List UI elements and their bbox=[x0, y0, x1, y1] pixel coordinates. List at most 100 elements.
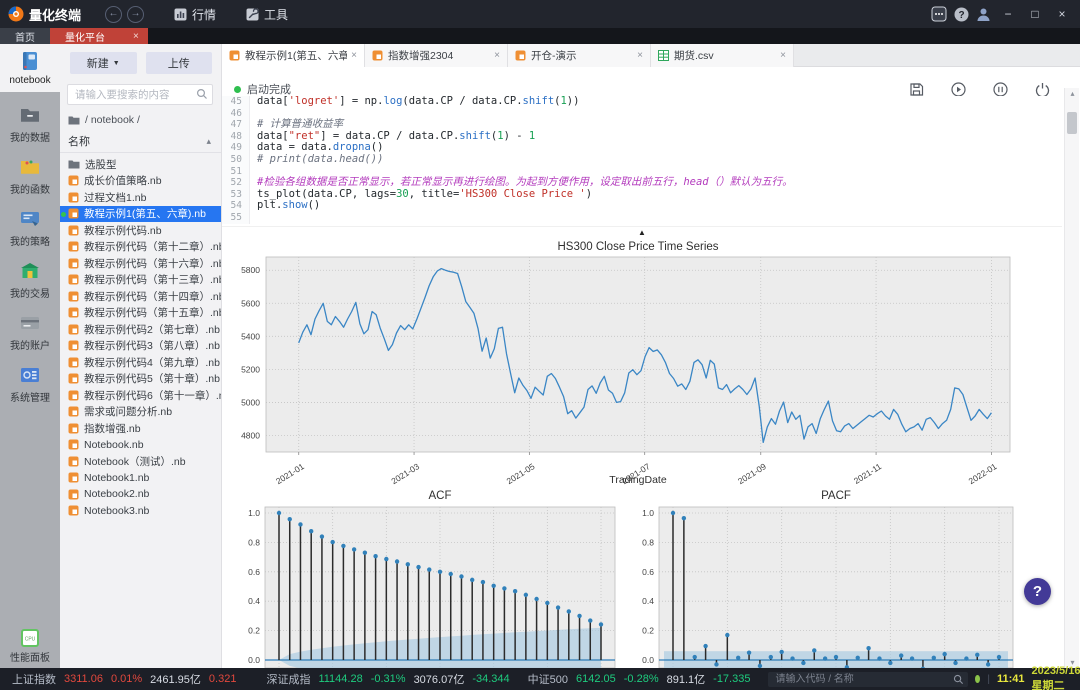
file-row[interactable]: 教程示例代码5（第十章）.nb bbox=[60, 371, 221, 388]
menu-tools-label: 工具 bbox=[264, 6, 288, 23]
collapse-output-control[interactable]: ▲ bbox=[222, 226, 1062, 238]
code-line[interactable]: 45data['logret'] = np.log(data.CP / data… bbox=[222, 96, 1062, 108]
editor-tab[interactable]: 期货.csv× bbox=[651, 44, 794, 67]
file-row[interactable]: 教程示例代码（第十二章）.nb bbox=[60, 239, 221, 256]
help-icon[interactable]: ? bbox=[954, 7, 969, 22]
my-data-icon bbox=[19, 104, 41, 126]
sidebar-item-我的策略[interactable]: 我的策略 bbox=[0, 202, 60, 254]
sidebar-item-label: notebook bbox=[9, 75, 50, 86]
power-icon[interactable] bbox=[1035, 82, 1050, 97]
tab-close-icon[interactable]: × bbox=[494, 50, 500, 61]
line-number: 51 bbox=[222, 166, 250, 178]
svg-text:2021-03: 2021-03 bbox=[389, 461, 421, 486]
svg-text:0.0: 0.0 bbox=[248, 655, 260, 665]
file-row[interactable]: 教程示例代码（第十六章）.nb bbox=[60, 255, 221, 272]
file-list-header[interactable]: 名称 ▴ bbox=[60, 133, 221, 153]
file-row[interactable]: 教程示例代码（第十四章）.nb bbox=[60, 288, 221, 305]
sidebar-item-notebook[interactable]: notebook bbox=[0, 44, 60, 92]
tab-close-icon[interactable]: × bbox=[637, 50, 643, 61]
file-row[interactable]: Notebook2.nb bbox=[60, 486, 221, 503]
sidebar-item-系统管理[interactable]: 系统管理 bbox=[0, 358, 60, 410]
forward-icon[interactable]: → bbox=[127, 6, 144, 23]
file-row[interactable]: Notebook（测试）.nb bbox=[60, 453, 221, 470]
menu-market[interactable]: 行情 bbox=[174, 6, 216, 23]
app-logo: 量化终端 bbox=[8, 5, 81, 24]
editor-scrollbar[interactable]: ▴ ▾ bbox=[1064, 88, 1079, 668]
svg-text:2022-01: 2022-01 bbox=[967, 461, 999, 486]
sidebar-item-我的交易[interactable]: 我的交易 bbox=[0, 254, 60, 306]
index-name: 深证成指 bbox=[266, 671, 310, 687]
file-row[interactable]: 教程示例代码6（第十一章）.nb bbox=[60, 387, 221, 404]
nb-file-icon bbox=[515, 50, 526, 61]
svg-text:4800: 4800 bbox=[241, 430, 260, 440]
notebook-file-icon bbox=[68, 324, 79, 335]
sidebar-item-我的数据[interactable]: 我的数据 bbox=[0, 98, 60, 150]
file-row[interactable]: 成长价值策略.nb bbox=[60, 173, 221, 190]
code-line[interactable]: 55 bbox=[222, 212, 1062, 224]
editor-tab[interactable]: 指数增强2304× bbox=[365, 44, 508, 67]
code-cell[interactable]: 45data['logret'] = np.log(data.CP / data… bbox=[222, 96, 1062, 226]
scrollbar-thumb[interactable] bbox=[1067, 112, 1077, 134]
file-row[interactable]: 教程示例代码3（第八章）.nb bbox=[60, 338, 221, 355]
pause-icon[interactable] bbox=[993, 82, 1008, 97]
tab-close-icon[interactable]: × bbox=[351, 50, 357, 61]
file-row[interactable]: 教程示例代码2（第七章）.nb bbox=[60, 321, 221, 338]
my-functions-icon bbox=[19, 156, 41, 178]
file-row[interactable]: 教程示例代码4（第九章）.nb bbox=[60, 354, 221, 371]
file-row[interactable]: 教程示例代码.nb bbox=[60, 222, 221, 239]
file-row[interactable]: 需求或问题分析.nb bbox=[60, 404, 221, 421]
save-icon[interactable] bbox=[909, 82, 924, 97]
sidebar-item-我的账户[interactable]: 我的账户 bbox=[0, 306, 60, 358]
file-row[interactable]: Notebook1.nb bbox=[60, 470, 221, 487]
minimize-button[interactable]: − bbox=[998, 7, 1018, 21]
line-number: 46 bbox=[222, 108, 250, 120]
file-search-input[interactable] bbox=[67, 84, 213, 105]
file-row[interactable]: 指数增强.nb bbox=[60, 420, 221, 437]
user-icon[interactable] bbox=[976, 7, 991, 22]
scroll-up-icon[interactable]: ▴ bbox=[1065, 89, 1080, 98]
csv-table-icon bbox=[658, 50, 669, 61]
code-line[interactable]: 50# print(data.head()) bbox=[222, 154, 1062, 166]
sidebar-item-performance[interactable]: CPU 性能面板 bbox=[0, 629, 60, 664]
file-name: 教程示例代码（第十五章）.nb bbox=[84, 305, 222, 320]
sidebar-item-我的函数[interactable]: 我的函数 bbox=[0, 150, 60, 202]
file-row[interactable]: Notebook3.nb bbox=[60, 503, 221, 520]
index-value: 6142.05 bbox=[576, 673, 616, 685]
svg-text:2021-05: 2021-05 bbox=[505, 461, 537, 486]
search-icon bbox=[196, 88, 208, 100]
file-row[interactable]: Notebook.nb bbox=[60, 437, 221, 454]
notebook-file-icon bbox=[68, 208, 79, 219]
tab-quant-platform[interactable]: 量化平台 × bbox=[50, 28, 148, 44]
close-button[interactable]: × bbox=[1052, 7, 1072, 21]
editor-tab[interactable]: 开仓-演示× bbox=[508, 44, 651, 67]
svg-text:2021-01: 2021-01 bbox=[274, 461, 306, 486]
breadcrumb[interactable]: / notebook / bbox=[68, 114, 221, 126]
code-line[interactable]: 46 bbox=[222, 108, 1062, 120]
upload-button[interactable]: 上传 bbox=[146, 52, 213, 74]
code-line[interactable]: 54plt.show() bbox=[222, 200, 1062, 212]
tab-close-icon[interactable]: × bbox=[780, 50, 786, 61]
tab-home[interactable]: 首页 bbox=[0, 28, 50, 44]
file-row[interactable]: 选股型 bbox=[60, 156, 221, 173]
file-row[interactable]: 教程示例代码（第十五章）.nb bbox=[60, 305, 221, 322]
code-line[interactable]: 53ts_plot(data.CP, lags=30, title='HS300… bbox=[222, 189, 1062, 201]
new-button[interactable]: 新建 ▼ bbox=[70, 52, 137, 74]
file-row[interactable]: 过程文档1.nb bbox=[60, 189, 221, 206]
notebook-file-icon bbox=[68, 489, 79, 500]
file-row[interactable]: 教程示例1(第五、六章).nb bbox=[60, 206, 221, 223]
symbol-search-input[interactable] bbox=[768, 672, 968, 687]
index-volume: 2461.95亿 bbox=[150, 671, 201, 687]
index-change: -34.344 bbox=[472, 673, 509, 685]
back-icon[interactable]: ← bbox=[105, 6, 122, 23]
editor-tab[interactable]: 教程示例1(第五、六章).nb× bbox=[222, 44, 365, 67]
floating-help-button[interactable]: ? bbox=[1024, 578, 1051, 605]
menu-tools[interactable]: 工具 bbox=[246, 6, 288, 23]
maximize-button[interactable]: □ bbox=[1025, 7, 1045, 21]
run-icon[interactable] bbox=[951, 82, 966, 97]
file-row[interactable]: 教程示例代码（第十三章）.nb bbox=[60, 272, 221, 289]
code-text bbox=[250, 212, 257, 224]
tab-close-icon[interactable]: × bbox=[133, 31, 139, 42]
message-icon[interactable] bbox=[931, 6, 947, 22]
nb-file-icon bbox=[229, 50, 240, 61]
svg-text:1.0: 1.0 bbox=[642, 508, 654, 518]
